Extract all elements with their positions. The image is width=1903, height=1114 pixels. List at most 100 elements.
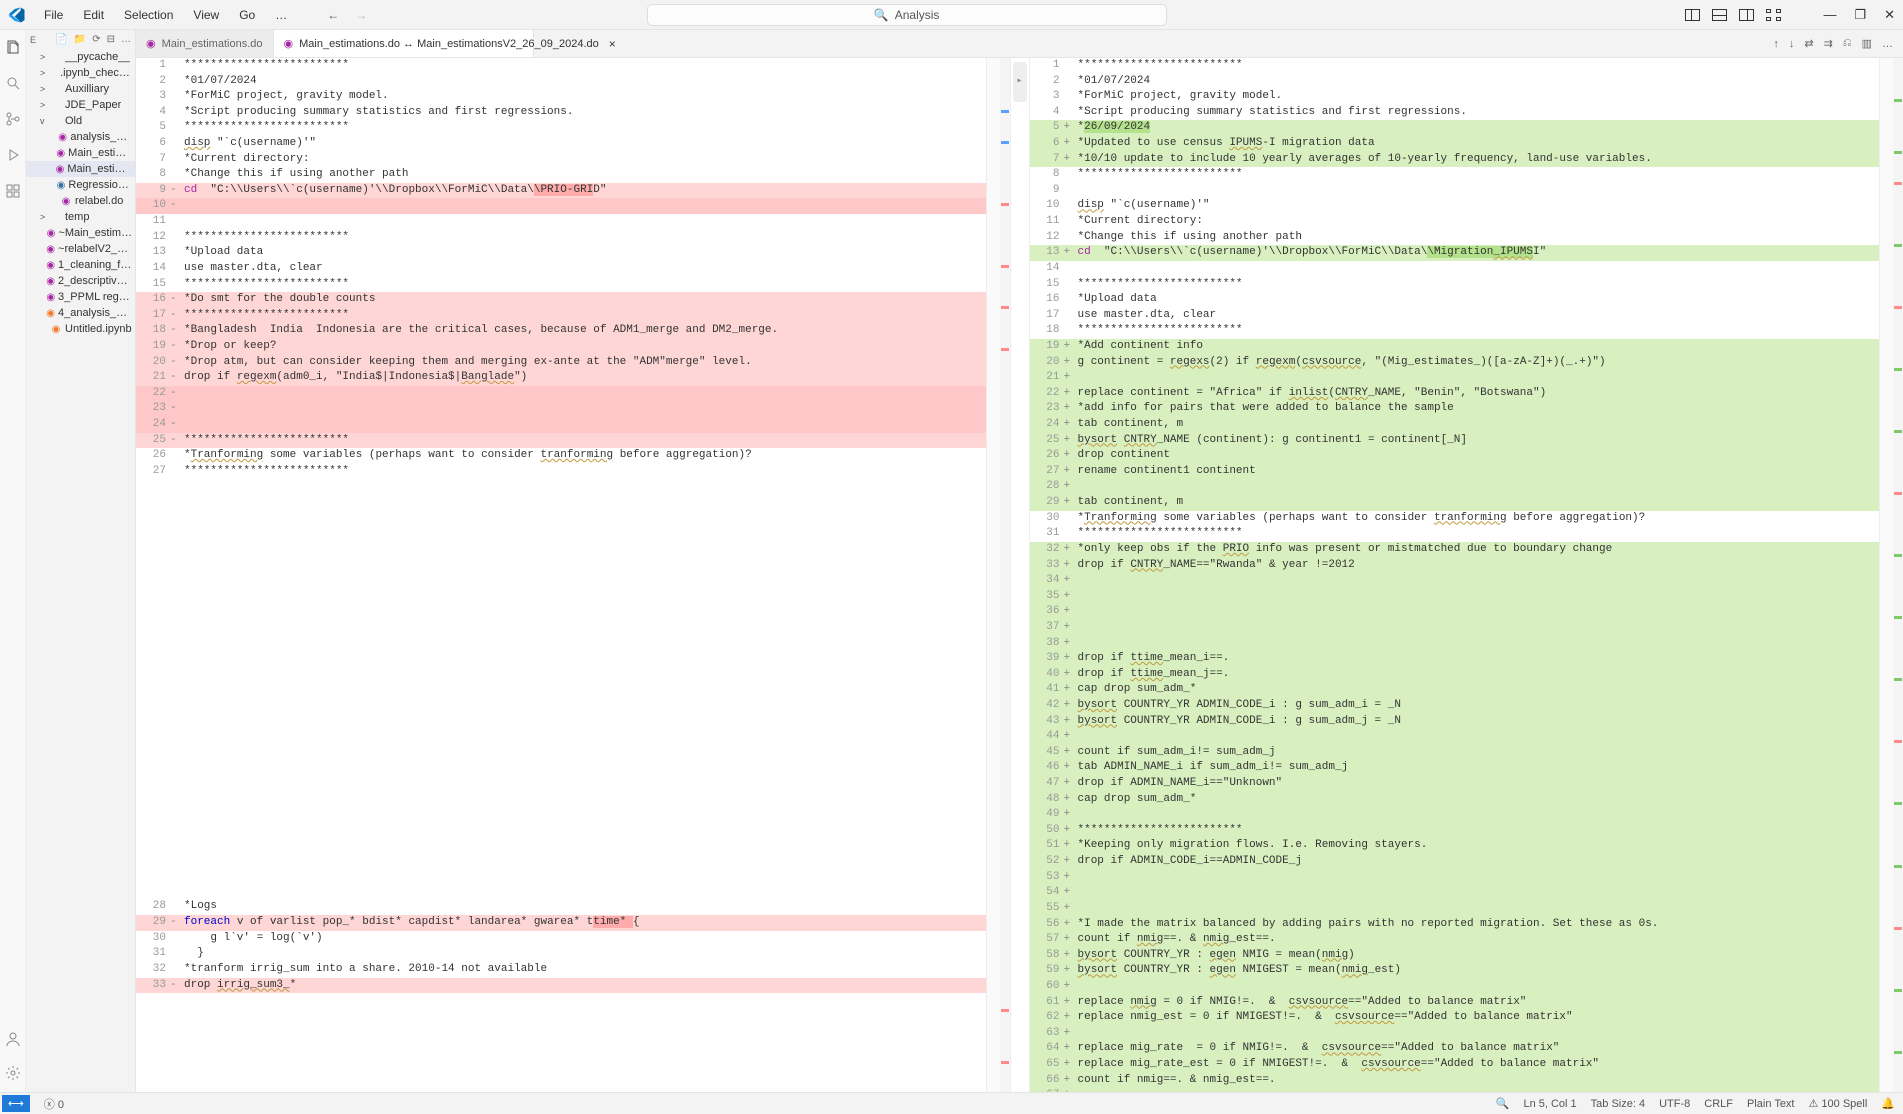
status-find-icon[interactable]: 🔍 (1496, 1097, 1510, 1110)
tree-item[interactable]: ◉~Main_estimations.d… (26, 225, 135, 241)
remote-indicator[interactable]: ⟷ (2, 1095, 30, 1112)
status-notifications-icon[interactable]: 🔔 (1881, 1097, 1895, 1110)
file-icon: ◉ (56, 162, 65, 176)
settings-gear-icon[interactable] (4, 1064, 22, 1082)
new-folder-icon[interactable]: 📁 (74, 34, 86, 45)
tree-item[interactable]: >Auxilliary (26, 81, 135, 97)
code-line: 17-************************* (136, 308, 986, 324)
tree-item[interactable]: >__pycache__ (26, 49, 135, 65)
diff-right-pane: 1*************************2*01/07/20243*… (1030, 58, 1903, 1092)
tree-label: Old (65, 115, 82, 127)
tree-label: 4_analysis_ML_bygen… (58, 307, 133, 319)
code-line: 3*ForMiC project, gravity model. (136, 89, 986, 105)
diff-inline-icon[interactable]: ⇉ (1824, 37, 1833, 50)
new-file-icon[interactable]: 📄 (55, 34, 67, 45)
window-close-icon[interactable]: ✕ (1884, 7, 1895, 23)
left-code-area[interactable]: 1*************************2*01/07/20243*… (136, 58, 986, 1092)
tree-item[interactable]: ◉analysis_Ella.do (26, 129, 135, 145)
tree-item[interactable]: ◉3_PPML regressions f… (26, 289, 135, 305)
status-tab-size[interactable]: Tab Size: 4 (1591, 1098, 1645, 1110)
split-editor-icon[interactable]: ▥ (1862, 37, 1872, 50)
status-encoding[interactable]: UTF-8 (1659, 1098, 1690, 1110)
tab-diff[interactable]: ◉ Main_estimations.do ↔ Main_estimations… (274, 30, 534, 57)
layout-customize-icon[interactable] (1766, 9, 1781, 21)
code-line: 61+replace nmig = 0 if NMIG!=. & csvsour… (1030, 995, 1880, 1011)
debug-icon[interactable] (4, 146, 22, 164)
code-line: 25-************************* (136, 433, 986, 449)
accounts-icon[interactable] (4, 1030, 22, 1048)
command-center-search[interactable]: 🔍 Analysis (647, 4, 1167, 26)
menu-selection[interactable]: Selection (114, 4, 183, 26)
tree-item[interactable]: ◉1_cleaning_for_regres… (26, 257, 135, 273)
status-language[interactable]: Plain Text (1747, 1098, 1795, 1110)
menu-go[interactable]: Go (229, 4, 265, 26)
nav-back-icon[interactable]: ← (327, 8, 339, 22)
collapse-icon[interactable]: ⊟ (107, 34, 115, 45)
status-ln-col[interactable]: Ln 5, Col 1 (1523, 1098, 1576, 1110)
status-eol[interactable]: CRLF (1704, 1098, 1733, 1110)
tree-item[interactable]: vOld (26, 113, 135, 129)
diff-swap-icon[interactable]: ⇄ (1804, 37, 1813, 50)
diff-gutter[interactable]: ▸ (1010, 58, 1030, 1092)
tree-item[interactable]: >JDE_Paper (26, 97, 135, 113)
diff-whitespace-icon[interactable]: ⎌ (1843, 37, 1852, 50)
menu-edit[interactable]: Edit (73, 4, 114, 26)
close-tab-icon[interactable]: × (609, 37, 616, 51)
code-line: 27************************* (136, 464, 986, 480)
folder-icon (48, 66, 57, 80)
right-minimap[interactable] (1879, 58, 1893, 1092)
tree-label: relabel.do (75, 195, 123, 207)
code-line: 4*Script producing summary statistics an… (1030, 105, 1880, 121)
code-line: 42+bysort COUNTRY_YR ADMIN_CODE_i : g su… (1030, 698, 1880, 714)
tree-item[interactable]: >temp (26, 209, 135, 225)
layout-panel-icon[interactable] (1712, 9, 1727, 21)
status-spell[interactable]: ⚠ 100 Spell (1809, 1097, 1868, 1110)
tree-item[interactable]: ◉Main_estimationsV2_… (26, 161, 135, 177)
menu-view[interactable]: View (183, 4, 229, 26)
source-control-icon[interactable] (4, 110, 22, 128)
menu-file[interactable]: File (34, 4, 73, 26)
file-icon: ◉ (50, 322, 62, 336)
layout-sidebar-right-icon[interactable] (1739, 9, 1754, 21)
code-line: 9-cd "C:\\Users\\`c(username)'\\Dropbox\… (136, 183, 986, 199)
file-tree: >__pycache__>.ipynb_checkpoints>Auxillia… (26, 49, 135, 1092)
explorer-icon[interactable] (4, 38, 22, 56)
left-overview-ruler[interactable] (1000, 58, 1010, 1092)
tree-item[interactable]: ◉2_descriptive_figures_… (26, 273, 135, 289)
right-code-area[interactable]: 1*************************2*01/07/20243*… (1030, 58, 1880, 1092)
code-line: 43+bysort COUNTRY_YR ADMIN_CODE_i : g su… (1030, 714, 1880, 730)
code-line: 5************************* (136, 120, 986, 136)
diff-next-icon[interactable]: ↓ (1789, 38, 1795, 50)
tree-item[interactable]: ◉relabel.do (26, 193, 135, 209)
tree-item[interactable]: ◉Untitled.ipynb (26, 321, 135, 337)
left-minimap[interactable] (986, 58, 1000, 1092)
code-line: 55+ (1030, 901, 1880, 917)
window-minimize-icon[interactable]: — (1823, 7, 1836, 23)
more-icon[interactable]: … (121, 34, 131, 45)
menu-overflow[interactable]: … (265, 4, 297, 26)
tree-item[interactable]: ◉~relabelV2_26_09_20… (26, 241, 135, 257)
right-overview-ruler[interactable] (1893, 58, 1903, 1092)
tree-item[interactable]: >.ipynb_checkpoints (26, 65, 135, 81)
tree-item[interactable]: ◉Main_estimations.do (26, 145, 135, 161)
window-maximize-icon[interactable]: ❐ (1854, 7, 1866, 23)
tab-main-estimations[interactable]: ◉ Main_estimations.do (136, 30, 274, 57)
tree-item[interactable]: ◉4_analysis_ML_bygen… (26, 305, 135, 321)
nav-forward-icon[interactable]: → (355, 8, 367, 22)
more-actions-icon[interactable]: … (1882, 38, 1893, 50)
file-icon: ◉ (46, 258, 55, 272)
layout-sidebar-left-icon[interactable] (1685, 9, 1700, 21)
code-line: 23+*add info for pairs that were added t… (1030, 401, 1880, 417)
code-line: 18-*Bangladesh India Indonesia are the c… (136, 323, 986, 339)
tree-item[interactable]: ◉Regressions_ML.py (26, 177, 135, 193)
search-activity-icon[interactable] (4, 74, 22, 92)
status-errors[interactable]: ⓧ 0 (44, 1096, 64, 1112)
extensions-icon[interactable] (4, 182, 22, 200)
code-line: 31 } (136, 946, 986, 962)
tree-label: Main_estimations.do (68, 147, 133, 159)
diff-prev-icon[interactable]: ↑ (1773, 38, 1779, 50)
refresh-icon[interactable]: ⟳ (92, 34, 100, 45)
file-icon: ◉ (46, 242, 55, 256)
code-line: 12************************* (136, 230, 986, 246)
code-line: 20+g continent = regexs(2) if regexm(csv… (1030, 355, 1880, 371)
